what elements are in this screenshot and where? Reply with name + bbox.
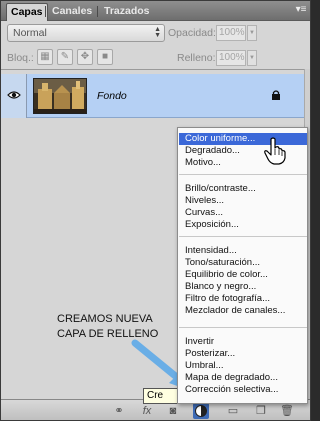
opacity-dropdown-icon[interactable]: ▼ (247, 25, 257, 41)
menu-item[interactable]: Mapa de degradado... (179, 372, 307, 384)
panel-tabs: Capas Canales Trazados ▾≡ (1, 1, 310, 21)
lock-label: Bloq.: (7, 52, 34, 64)
menu-item[interactable]: Equilibrio de color... (179, 269, 307, 281)
link-icon[interactable]: ⚭ (111, 403, 127, 419)
layer-row[interactable]: Fondo (1, 74, 304, 118)
lock-position-icon[interactable]: ✥ (77, 49, 93, 65)
menu-item[interactable]: Tono/saturación... (179, 257, 307, 269)
folder-icon[interactable]: ▭ (225, 403, 241, 419)
menu-item[interactable]: Umbral... (179, 360, 307, 372)
layers-panel: Capas Canales Trazados ▾≡ Normal ▲ ▼ Opac… (0, 0, 311, 421)
opacity-field[interactable]: 100% (216, 25, 246, 41)
fill-dropdown-icon[interactable]: ▼ (247, 50, 257, 66)
layer-name[interactable]: Fondo (97, 90, 127, 102)
menu-item[interactable]: Curvas... (179, 207, 307, 219)
menu-item[interactable]: Brillo/contraste... (179, 183, 307, 195)
caption-line-1: CREAMOS NUEVA (57, 313, 153, 325)
menu-item[interactable]: Motivo... (179, 157, 307, 169)
menu-item[interactable]: Invertir (179, 336, 307, 348)
menu-item[interactable]: Mezclador de canales... (179, 305, 307, 317)
menu-item[interactable]: Color uniforme... (179, 133, 307, 145)
menu-item[interactable]: Posterizar... (179, 348, 307, 360)
menu-separator (179, 327, 307, 328)
menu-item[interactable]: Exposición... (179, 219, 307, 231)
tab-canales[interactable]: Canales (48, 3, 96, 21)
half-circle-icon (195, 405, 207, 417)
church-photo-icon (34, 79, 86, 113)
hand-cursor-icon (264, 137, 286, 165)
menu-item[interactable]: Filtro de fotografía... (179, 293, 307, 305)
lock-all-icon[interactable]: ■ (97, 49, 113, 65)
layer-thumbnail[interactable] (33, 78, 87, 114)
tab-capas[interactable]: Capas (6, 3, 48, 21)
panel-menu-icon[interactable]: ▾≡ (294, 3, 308, 17)
tab-trazados[interactable]: Trazados (100, 3, 154, 21)
fill-field[interactable]: 100% (216, 50, 246, 66)
visibility-toggle[interactable] (1, 74, 27, 118)
eye-icon (7, 91, 21, 99)
blend-row: Normal ▲ ▼ Opacidad: 100% ▼ (1, 22, 310, 44)
new-layer-icon[interactable]: ❐ (253, 403, 269, 419)
mask-icon[interactable]: ◙ (165, 403, 181, 419)
blend-mode-select[interactable]: Normal ▲ ▼ (7, 24, 165, 42)
menu-item[interactable]: Niveles... (179, 195, 307, 207)
lock-transparency-icon[interactable]: ▦ (37, 49, 53, 65)
adjustment-layer-menu: Color uniforme... Degradado... Motivo...… (177, 127, 308, 404)
menu-item[interactable]: Degradado... (179, 145, 307, 157)
menu-item[interactable]: Blanco y negro... (179, 281, 307, 293)
menu-separator (179, 174, 307, 175)
fx-icon[interactable]: fx (139, 403, 155, 419)
menu-separator (179, 236, 307, 237)
menu-item[interactable]: Intensidad... (179, 245, 307, 257)
tab-divider (45, 6, 46, 17)
menu-item[interactable]: Corrección selectiva... (179, 384, 307, 396)
lock-row: Bloq.: ▦ ✎ ✥ ■ Relleno: 100% ▼ (1, 46, 310, 68)
fill-label: Relleno: (177, 52, 216, 64)
select-arrows-icon: ▲ ▼ (154, 26, 161, 39)
opacity-label: Opacidad: (168, 27, 216, 39)
lock-image-icon[interactable]: ✎ (57, 49, 73, 65)
tab-divider (97, 6, 98, 17)
blend-mode-value: Normal (13, 27, 47, 39)
trash-icon[interactable]: 🗑 (279, 403, 295, 419)
lock-icon (272, 90, 280, 100)
adjustment-layer-icon[interactable] (193, 403, 209, 419)
